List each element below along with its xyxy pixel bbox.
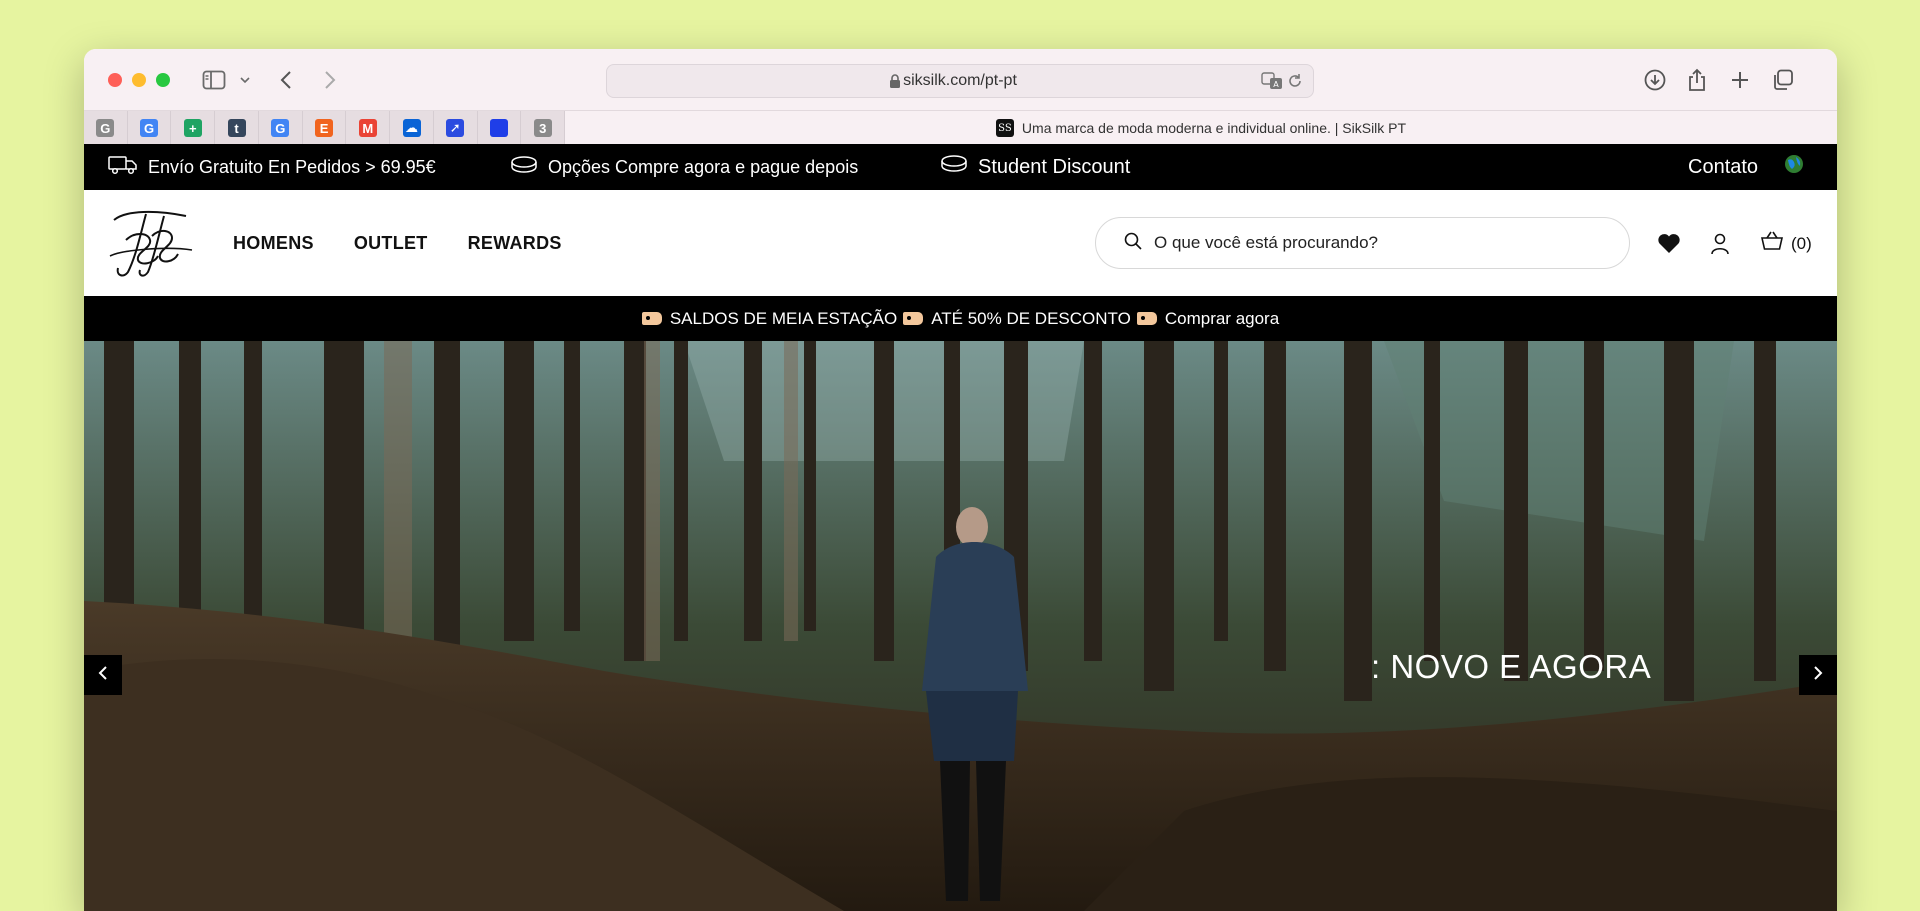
share-icon[interactable] <box>1687 67 1707 93</box>
tab-bar: G G + t G E M ☁ ➚ 3 SS Uma marca de moda moderna … <box>84 110 1837 145</box>
zoom-window-button[interactable] <box>156 73 170 87</box>
nav-link-outlet[interactable]: OUTLET <box>354 233 428 254</box>
pinned-tabs: G G + t G E M ☁ ➚ 3 <box>84 111 566 145</box>
carousel-prev-button[interactable] <box>84 655 122 695</box>
hero-title[interactable]: : NOVO E AGORA <box>1371 648 1651 686</box>
search-box[interactable] <box>1095 217 1630 269</box>
back-icon[interactable] <box>280 67 292 93</box>
contact-text: Contato <box>1688 155 1759 178</box>
google-icon: G <box>271 119 290 137</box>
pinned-tab[interactable]: ➚ <box>434 111 478 145</box>
siksilk-favicon-icon: SS <box>995 119 1014 137</box>
pinned-tab[interactable]: G <box>84 111 128 145</box>
pinned-tab[interactable]: E <box>303 111 347 145</box>
address-bar[interactable]: siksilk.com/pt-pt A <box>606 64 1314 98</box>
tumblr-icon: t <box>227 119 246 137</box>
blue-square-icon <box>489 119 508 137</box>
chevron-right-icon <box>1813 665 1823 686</box>
tab-overview-icon[interactable] <box>1772 67 1794 93</box>
nav-link-rewards[interactable]: REWARDS <box>468 233 562 254</box>
forest-hero-image <box>84 341 1837 911</box>
sale-text-1: SALDOS DE MEIA ESTAÇÃO <box>669 308 898 328</box>
chevron-left-icon <box>98 665 108 686</box>
cart-count: (0) <box>1791 233 1812 253</box>
contact-link[interactable]: Contato <box>1688 144 1804 190</box>
buy-now-text: Opções Compre agora e pague depois <box>548 156 859 177</box>
active-tab[interactable]: SS Uma marca de moda moderna e individua… <box>565 111 1837 145</box>
translate-icon[interactable]: A <box>1261 72 1283 95</box>
reload-icon[interactable] <box>1287 73 1303 94</box>
gmail-icon: M <box>358 119 377 137</box>
free-shipping-text: Envío Gratuito En Pedidos > 69.95€ <box>148 156 436 177</box>
price-tag-icon <box>903 312 924 325</box>
forward-icon[interactable] <box>324 67 336 93</box>
download-icon[interactable] <box>1644 67 1666 93</box>
counter-badge-icon: 3 <box>533 119 552 137</box>
siksilk-logo[interactable] <box>106 206 196 280</box>
google-grey-icon: G <box>96 119 115 137</box>
delivery-truck-icon <box>108 155 138 180</box>
sale-text-2: ATÉ 50% DE DESCONTO <box>931 308 1131 328</box>
carousel-next-button[interactable] <box>1799 655 1837 695</box>
pinned-tab[interactable]: + <box>171 111 216 145</box>
svg-text:A: A <box>1273 80 1279 89</box>
sale-banner[interactable]: SALDOS DE MEIA ESTAÇÃO ATÉ 50% DE DESCON… <box>84 296 1837 341</box>
new-tab-icon[interactable] <box>1730 67 1750 93</box>
student-discount-promo[interactable]: Student Discount <box>940 144 1130 190</box>
account-user-icon[interactable] <box>1711 233 1729 255</box>
free-shipping-promo[interactable]: Envío Gratuito En Pedidos > 69.95€ <box>108 144 436 190</box>
main-nav: HOMENS OUTLET REWARDS <box>233 190 562 296</box>
hero-banner[interactable]: : NOVO E AGORA <box>84 341 1837 911</box>
google-icon: G <box>140 119 159 137</box>
nav-link-homens[interactable]: HOMENS <box>233 233 314 254</box>
pinned-tab[interactable]: 3 <box>521 111 566 145</box>
buy-now-pay-later-promo[interactable]: Opções Compre agora e pague depois <box>510 144 858 190</box>
pinned-tab[interactable]: G <box>128 111 172 145</box>
browser-window: siksilk.com/pt-pt A G G + t G E M ☁ ➚ 3 SS Uma ma… <box>84 49 1837 911</box>
price-tag-icon <box>1136 312 1157 325</box>
pinned-tab[interactable] <box>478 111 522 145</box>
google-sheets-icon: + <box>183 119 202 137</box>
shop-now-link[interactable]: Comprar agora <box>1165 309 1279 329</box>
student-discount-text: Student Discount <box>978 155 1131 178</box>
cart-button[interactable]: (0) <box>1760 231 1812 256</box>
etsy-icon: E <box>315 119 334 137</box>
onedrive-icon: ☁ <box>402 119 421 137</box>
wishlist-heart-icon[interactable] <box>1657 233 1681 254</box>
blue-arrow-icon: ➚ <box>446 119 465 137</box>
url-text: siksilk.com/pt-pt <box>903 72 1017 89</box>
pinned-tab[interactable]: t <box>215 111 259 145</box>
browser-toolbar: siksilk.com/pt-pt A <box>84 49 1837 110</box>
pinned-tab[interactable]: ☁ <box>390 111 434 145</box>
minimize-window-button[interactable] <box>132 73 146 87</box>
active-tab-title: Uma marca de moda moderna e individual o… <box>1021 120 1407 136</box>
sidebar-toggle-icon[interactable] <box>202 67 226 93</box>
search-input[interactable] <box>1154 233 1574 253</box>
close-window-button[interactable] <box>108 73 122 87</box>
promo-bar: Envío Gratuito En Pedidos > 69.95€ Opçõe… <box>84 144 1837 190</box>
basket-icon <box>1760 231 1784 256</box>
site-header: HOMENS OUTLET REWARDS (0) <box>84 190 1837 296</box>
pinned-tab[interactable]: G <box>259 111 303 145</box>
coins-icon <box>940 154 968 180</box>
coins-icon <box>510 155 538 180</box>
globe-icon[interactable] <box>1784 154 1804 180</box>
chevron-down-icon[interactable] <box>240 67 250 93</box>
search-icon[interactable] <box>1124 232 1142 255</box>
price-tag-icon <box>641 312 662 325</box>
pinned-tab[interactable]: M <box>346 111 391 145</box>
